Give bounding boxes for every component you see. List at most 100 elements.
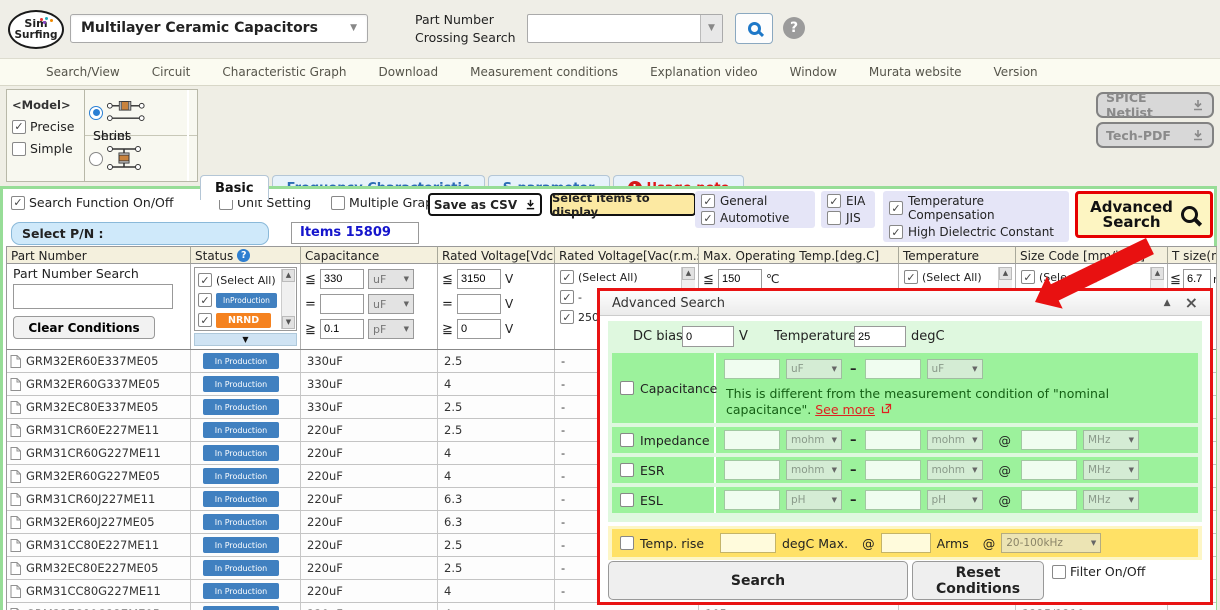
crossing-search-input[interactable]	[530, 17, 698, 40]
range-input[interactable]	[724, 490, 780, 510]
automotive-checkbox[interactable]	[701, 211, 715, 225]
menu-item-version[interactable]: Version	[978, 65, 1054, 79]
simple-checkbox[interactable]	[12, 142, 26, 156]
menu-item-measurement-conditions[interactable]: Measurement conditions	[454, 65, 634, 79]
unit-dropdown[interactable]: mohm▼	[927, 460, 983, 480]
menu-item-circuit[interactable]: Circuit	[136, 65, 207, 79]
see-more-link[interactable]: See more	[815, 402, 875, 417]
menu-item-murata-website[interactable]: Murata website	[853, 65, 978, 79]
column-header-part-number[interactable]: Part Number	[7, 246, 191, 264]
temperature-select-all-checkbox[interactable]	[904, 270, 918, 284]
range-input[interactable]	[865, 430, 921, 450]
capacitance-min-input[interactable]	[724, 359, 780, 379]
general-checkbox[interactable]	[701, 194, 715, 208]
dc-bias-input[interactable]	[682, 326, 734, 347]
capacitance-max-unit-dropdown[interactable]: uF▼	[927, 359, 983, 379]
external-link-icon[interactable]	[881, 403, 892, 414]
temp-rise-checkbox[interactable]	[620, 536, 634, 550]
capacitance-checkbox[interactable]	[620, 381, 634, 395]
status-scrollbar[interactable]: ▲▼	[281, 269, 295, 329]
save-as-csv-button[interactable]: Save as CSV	[428, 193, 542, 216]
column-header-t-size-max-mm[interactable]: T size(max.)[mm]	[1168, 246, 1217, 264]
capacitance-max-input[interactable]	[320, 269, 364, 289]
document-icon[interactable]	[10, 401, 21, 414]
range-input[interactable]	[1021, 490, 1077, 510]
range-input[interactable]	[1021, 430, 1077, 450]
document-icon[interactable]	[10, 378, 21, 391]
temp-rise-current-input[interactable]	[881, 533, 931, 553]
part-number-search-input[interactable]	[13, 284, 173, 309]
column-header-capacitance[interactable]: Capacitance	[301, 246, 438, 264]
clear-conditions-button[interactable]: Clear Conditions	[13, 316, 155, 339]
capacitance-min-input[interactable]	[320, 319, 364, 339]
jis-checkbox[interactable]	[827, 211, 841, 225]
multiple-graphs-checkbox[interactable]	[331, 196, 345, 210]
menu-item-explanation-video[interactable]: Explanation video	[634, 65, 774, 79]
temperature-compensation-checkbox[interactable]	[889, 201, 903, 215]
size-code-select-all-checkbox[interactable]	[1021, 270, 1035, 284]
capacitance-max-unit-dropdown[interactable]: uF▼	[368, 269, 414, 289]
capacitance-min-unit-dropdown[interactable]: pF▼	[368, 319, 414, 339]
vac-item-checkbox[interactable]	[560, 310, 574, 324]
max-temp-input[interactable]	[718, 269, 762, 289]
document-icon[interactable]	[10, 562, 21, 575]
document-icon[interactable]	[10, 539, 21, 552]
eia-checkbox[interactable]	[827, 194, 841, 208]
vdc-min-input[interactable]	[457, 319, 501, 339]
unit-dropdown[interactable]: mohm▼	[927, 430, 983, 450]
menu-item-characteristic-graph[interactable]: Characteristic Graph	[206, 65, 362, 79]
column-header-temperature[interactable]: Temperature	[899, 246, 1016, 264]
unit-dropdown[interactable]: MHz▼	[1083, 490, 1139, 510]
tech-pdf-button[interactable]: Tech-PDF	[1096, 122, 1214, 148]
column-header-max-operating-temp-deg-c[interactable]: Max. Operating Temp.[deg.C]	[699, 246, 899, 264]
impedance-checkbox[interactable]	[620, 433, 634, 447]
document-icon[interactable]	[10, 447, 21, 460]
range-input[interactable]	[724, 430, 780, 450]
dialog-title-bar[interactable]: Advanced Search ▲ ×	[600, 291, 1210, 316]
status-select-all-checkbox[interactable]	[198, 273, 212, 287]
vac-select-all-checkbox[interactable]	[560, 270, 574, 284]
column-header-size-code-mm-inch[interactable]: Size Code [mm/inch]	[1016, 246, 1168, 264]
help-icon[interactable]: ?	[783, 17, 805, 39]
document-icon[interactable]	[10, 355, 21, 368]
document-icon[interactable]	[10, 493, 21, 506]
capacitance-eq-unit-dropdown[interactable]: uF▼	[368, 294, 414, 314]
unit-dropdown[interactable]: pH▼	[786, 490, 842, 510]
column-header-rated-voltage-vac-r-m-s[interactable]: Rated Voltage[Vac(r.m.s.)]	[555, 246, 699, 264]
esl-checkbox[interactable]	[620, 493, 634, 507]
unit-dropdown[interactable]: MHz▼	[1083, 430, 1139, 450]
document-icon[interactable]	[10, 516, 21, 529]
reset-conditions-button[interactable]: Reset Conditions	[912, 561, 1044, 600]
crossing-search-button[interactable]	[735, 13, 773, 44]
t-size-input[interactable]	[1183, 269, 1211, 289]
chevron-down-icon[interactable]: ▼	[700, 15, 722, 42]
range-input[interactable]	[724, 460, 780, 480]
spice-netlist-button[interactable]: SPICE Netlist	[1096, 92, 1214, 118]
document-icon[interactable]	[10, 470, 21, 483]
search-function-checkbox[interactable]	[11, 196, 25, 210]
capacitance-eq-input[interactable]	[320, 294, 364, 314]
select-items-to-display-button[interactable]: Select items to display	[550, 193, 696, 216]
advanced-search-button[interactable]: AdvancedSearch	[1075, 191, 1213, 238]
menu-item-window[interactable]: Window	[774, 65, 853, 79]
help-icon[interactable]: ?	[237, 249, 250, 262]
close-icon[interactable]: ×	[1185, 295, 1198, 311]
document-icon[interactable]	[10, 424, 21, 437]
esr-checkbox[interactable]	[620, 463, 634, 477]
status-nrnd-checkbox[interactable]	[198, 313, 212, 327]
unit-dropdown[interactable]: mohm▼	[786, 430, 842, 450]
filter-on-off-checkbox[interactable]	[1052, 565, 1066, 579]
column-header-rated-voltage-vdc[interactable]: Rated Voltage[Vdc]	[438, 246, 555, 264]
capacitance-min-unit-dropdown[interactable]: uF▼	[786, 359, 842, 379]
precise-checkbox[interactable]	[12, 120, 26, 134]
unit-dropdown[interactable]: MHz▼	[1083, 460, 1139, 480]
select-pn-dropdown[interactable]: Select P/N :	[11, 222, 269, 245]
product-selector-dropdown[interactable]: Multilayer Ceramic Capacitors ▼	[70, 14, 368, 43]
collapse-icon[interactable]: ▲	[1164, 298, 1171, 308]
dialog-search-button[interactable]: Search	[608, 561, 908, 600]
capacitance-max-input[interactable]	[865, 359, 921, 379]
unit-dropdown[interactable]: pH▼	[927, 490, 983, 510]
temp-rise-freq-dropdown[interactable]: 20-100kHz▼	[1001, 533, 1101, 553]
status-in-production-checkbox[interactable]	[198, 293, 212, 307]
document-icon[interactable]	[10, 585, 21, 598]
